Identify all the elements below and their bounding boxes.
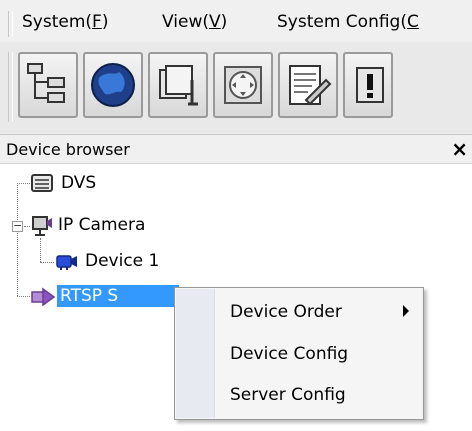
ip-camera-icon (32, 216, 52, 236)
menu-view-suffix: ) (220, 12, 228, 32)
menu-system-config-mnemonic: C (406, 12, 419, 32)
tree-connector (40, 238, 41, 262)
menu-view-mnemonic: V (208, 12, 221, 32)
menu-system-suffix: ) (101, 12, 109, 32)
device-browser-header: Device browser × (0, 134, 472, 164)
menu-system-config[interactable]: System Config(C (277, 12, 419, 32)
ptz-control-icon (224, 66, 262, 104)
menu-item-device-config[interactable]: Device Config (230, 344, 348, 364)
camera-icon (56, 255, 77, 270)
submenu-arrow-icon (403, 305, 409, 317)
rtsp-server-icon (31, 287, 55, 306)
menu-item-label: Server Config (230, 385, 346, 405)
context-menu-gutter (176, 289, 215, 418)
playback-folder-icon (159, 65, 198, 106)
menu-item-device-order[interactable]: Device Order (230, 302, 410, 322)
log-button[interactable] (278, 52, 338, 118)
toolbar-grip (8, 52, 13, 122)
playback-button[interactable] (148, 52, 208, 118)
dvs-icon (31, 174, 53, 192)
context-menu: Device Order Device Config Server Config (174, 287, 424, 420)
device-tree-button[interactable] (18, 52, 78, 118)
close-icon[interactable]: × (451, 137, 468, 161)
menu-view-label: View( (162, 12, 209, 32)
ptz-button[interactable] (213, 52, 273, 118)
tree-connector (17, 183, 18, 296)
menu-system-mnemonic: F (92, 12, 102, 32)
menu-system-config-label: System Config( (277, 12, 407, 32)
globe-button[interactable] (83, 52, 143, 118)
menu-system[interactable]: System(F) (22, 12, 108, 32)
tree-connector (24, 226, 30, 227)
menu-item-label: Device Order (230, 302, 342, 322)
menu-system-label: System( (22, 12, 93, 32)
device-tree-icon (27, 63, 65, 103)
menu-view[interactable]: View(V) (162, 12, 227, 32)
alarm-button[interactable] (343, 52, 393, 118)
device-browser-title: Device browser (6, 140, 130, 159)
tree-item-label: Device 1 (85, 251, 160, 271)
tree-item-label: RTSP S (57, 285, 179, 307)
tree-item-label: DVS (61, 173, 97, 193)
tree-item-label: IP Camera (58, 215, 146, 235)
tree-connector (40, 262, 54, 263)
ip-camera-expander[interactable]: − (12, 220, 23, 232)
alarm-icon (356, 67, 384, 103)
log-notepad-icon (289, 65, 332, 106)
tree-connector (17, 296, 30, 297)
menubar-grip (8, 11, 13, 37)
menu-item-label: Device Config (230, 344, 349, 364)
toolbar (0, 42, 472, 134)
menu-bar: System(F) View(V) System Config(C (0, 0, 472, 42)
globe-icon (91, 63, 135, 107)
tree-connector (17, 183, 30, 184)
menu-item-server-config[interactable]: Server Config (230, 385, 346, 405)
